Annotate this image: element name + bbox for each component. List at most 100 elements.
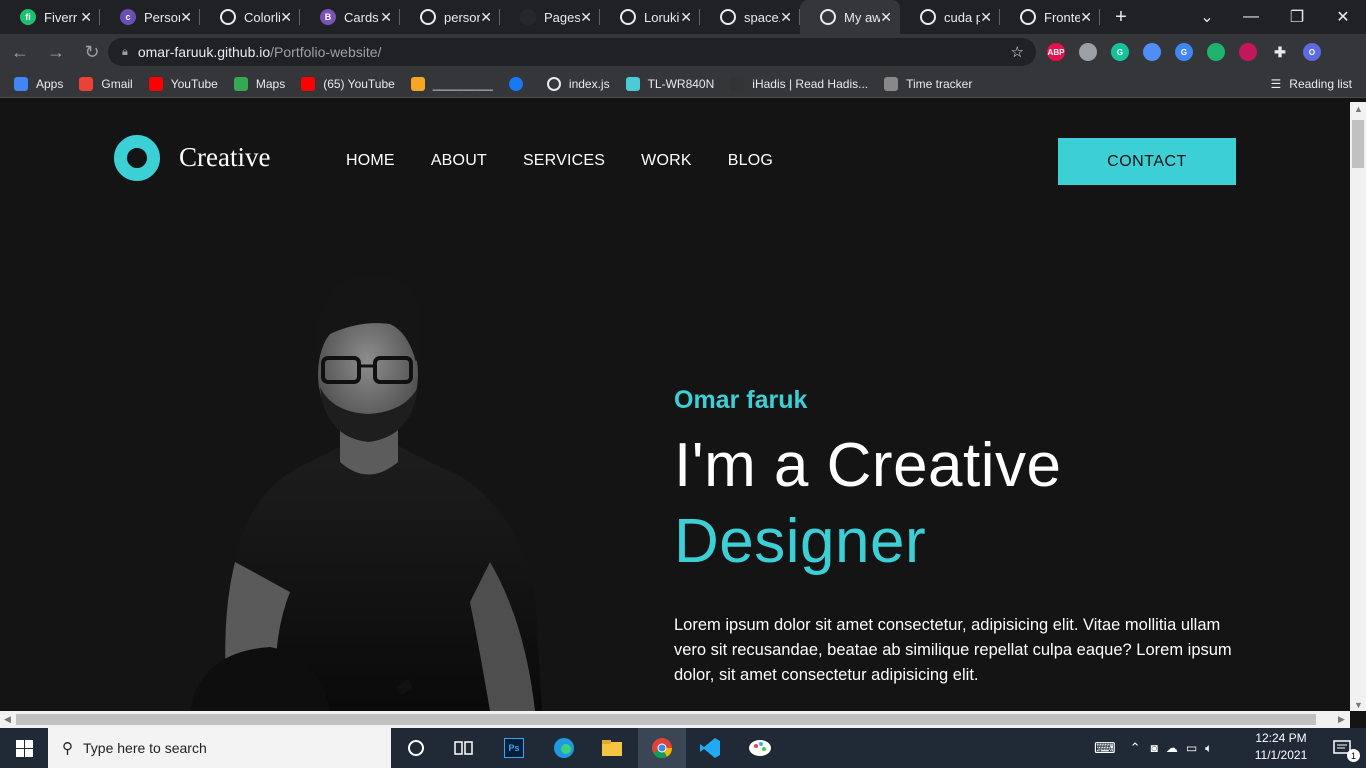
vscode-icon[interactable] bbox=[686, 728, 734, 768]
close-tab-icon[interactable]: ✕ bbox=[280, 9, 292, 26]
browser-tab[interactable]: Colorli ✕ bbox=[200, 0, 300, 34]
bookmark-item[interactable]: Gmail bbox=[79, 76, 133, 91]
restore-button[interactable]: ❐ bbox=[1274, 0, 1320, 34]
reload-icon[interactable]: ↻ bbox=[76, 36, 108, 68]
extension-blue-icon[interactable] bbox=[1143, 43, 1161, 61]
tab-title: Colorli bbox=[244, 9, 280, 25]
globe-icon bbox=[620, 9, 636, 25]
nav-link-work[interactable]: WORK bbox=[641, 152, 692, 170]
address-bar[interactable]: 🔒︎ omar-faruuk.github.io/Portfolio-websi… bbox=[108, 38, 1036, 66]
browser-tab[interactable]: spaceX✕ bbox=[700, 0, 800, 34]
close-tab-icon[interactable]: ✕ bbox=[680, 9, 692, 26]
colorlib-icon: c bbox=[120, 9, 136, 25]
tplink-icon bbox=[625, 76, 640, 91]
nav-link-services[interactable]: SERVICES bbox=[523, 152, 605, 170]
browser-tab[interactable]: cuda p ✕ bbox=[900, 0, 1000, 34]
new-tab-button[interactable]: + bbox=[1104, 6, 1138, 29]
onedrive-cloud-icon[interactable]: ☁ bbox=[1166, 741, 1178, 755]
globe-icon bbox=[720, 9, 736, 25]
edge-icon[interactable] bbox=[540, 728, 588, 768]
taskbar-clock[interactable]: 12:24 PM 11/1/2021 bbox=[1240, 730, 1322, 764]
logo-ring-icon[interactable] bbox=[114, 135, 160, 181]
browser-tab[interactable]: person ✕ bbox=[400, 0, 500, 34]
bookmark-label: (65) YouTube bbox=[323, 76, 395, 91]
meet-now-icon[interactable]: ◙ bbox=[1151, 741, 1158, 755]
nav-link-home[interactable]: HOME bbox=[346, 152, 395, 170]
file-explorer-icon[interactable] bbox=[588, 728, 636, 768]
notification-center-icon[interactable]: 1 bbox=[1318, 728, 1366, 768]
system-tray: ⌨ ⌃ ◙ ☁ ▭ 🔈︎ bbox=[1094, 728, 1212, 768]
bookmark-item[interactable]: Apps bbox=[14, 76, 63, 91]
contact-button[interactable]: CONTACT bbox=[1058, 138, 1236, 185]
bookmark-item[interactable]: TL-WR840N bbox=[625, 76, 714, 91]
bookmark-item[interactable]: _________ bbox=[410, 76, 493, 91]
bookmark-item[interactable]: (65) YouTube bbox=[301, 76, 395, 91]
browser-tab[interactable]: c Person✕ bbox=[100, 0, 200, 34]
paint-app-icon[interactable] bbox=[736, 728, 784, 768]
scroll-right-arrow-icon[interactable]: ▶ bbox=[1338, 714, 1345, 725]
main-nav: HOME ABOUT SERVICES WORK BLOG bbox=[346, 152, 809, 170]
browser-tab[interactable]: Fronte ✕ bbox=[1000, 0, 1100, 34]
horizontal-scroll-thumb[interactable] bbox=[16, 714, 1316, 725]
facebook-icon bbox=[508, 76, 523, 91]
tab-search-icon[interactable]: ⌄ bbox=[1184, 0, 1230, 34]
globe-icon bbox=[220, 9, 236, 25]
keyboard-icon[interactable]: ⌨ bbox=[1094, 739, 1116, 757]
close-tab-icon[interactable]: ✕ bbox=[1080, 9, 1092, 26]
back-arrow-icon[interactable]: ← bbox=[4, 36, 36, 68]
chevron-up-icon[interactable]: ⌃ bbox=[1130, 740, 1141, 756]
time-tracker-icon bbox=[884, 76, 899, 91]
browser-tab[interactable]: Loruki ✕ bbox=[600, 0, 700, 34]
globe-icon bbox=[420, 9, 436, 25]
reading-list-button[interactable]: ☰ Reading list bbox=[1271, 77, 1352, 91]
bookmark-item[interactable]: Time tracker bbox=[884, 76, 972, 91]
close-tab-icon[interactable]: ✕ bbox=[80, 9, 92, 26]
close-tab-icon[interactable]: ✕ bbox=[880, 9, 892, 26]
photoshop-icon[interactable]: Ps bbox=[490, 728, 538, 768]
logo-text[interactable]: Creative bbox=[179, 142, 270, 173]
browser-tab[interactable]: B Cards ✕ bbox=[300, 0, 400, 34]
close-tab-icon[interactable]: ✕ bbox=[580, 9, 592, 26]
close-tab-icon[interactable]: ✕ bbox=[480, 9, 492, 26]
vertical-scroll-thumb[interactable] bbox=[1352, 120, 1364, 168]
browser-tab[interactable]: Pages ✕ bbox=[500, 0, 600, 34]
hero-title-line1: I'm a Creative bbox=[674, 431, 1062, 500]
vertical-scrollbar[interactable] bbox=[1350, 102, 1366, 711]
bookmark-item[interactable]: iHadis | Read Hadis... bbox=[730, 76, 868, 91]
close-tab-icon[interactable]: ✕ bbox=[380, 9, 392, 26]
close-window-button[interactable]: ✕ bbox=[1320, 0, 1366, 34]
puzzle-icon[interactable]: ✚ bbox=[1271, 43, 1289, 61]
cortana-icon[interactable] bbox=[392, 728, 440, 768]
scroll-up-arrow-icon[interactable]: ▲ bbox=[1354, 104, 1363, 114]
chrome-icon[interactable] bbox=[638, 728, 686, 768]
bookmark-item[interactable] bbox=[508, 76, 531, 91]
profile-avatar[interactable]: O bbox=[1303, 43, 1321, 61]
scroll-left-arrow-icon[interactable]: ◀ bbox=[4, 714, 11, 725]
google-translate-icon[interactable]: G bbox=[1175, 43, 1193, 61]
adblock-icon[interactable]: ABP bbox=[1047, 43, 1065, 61]
bookmark-item[interactable]: index.js bbox=[546, 76, 610, 91]
sync-icon[interactable] bbox=[1207, 43, 1225, 61]
recorder-icon[interactable] bbox=[1239, 43, 1257, 61]
task-view-icon[interactable] bbox=[440, 728, 488, 768]
camera-icon[interactable] bbox=[1079, 43, 1097, 61]
browser-tab[interactable]: fi Fiverr /✕ bbox=[0, 0, 100, 34]
nav-link-about[interactable]: ABOUT bbox=[431, 152, 487, 170]
nav-link-blog[interactable]: BLOG bbox=[728, 152, 773, 170]
browser-tab[interactable]: My aw ✕ bbox=[800, 0, 900, 34]
network-icon[interactable]: ▭ bbox=[1186, 741, 1197, 755]
bookmark-item[interactable]: Maps bbox=[233, 76, 285, 91]
bookmark-star-icon[interactable]: ☆ bbox=[1011, 43, 1024, 61]
bookmark-item[interactable]: YouTube bbox=[148, 76, 218, 91]
close-tab-icon[interactable]: ✕ bbox=[980, 9, 992, 26]
windows-start-icon[interactable] bbox=[0, 728, 48, 768]
grammarly-icon[interactable]: G bbox=[1111, 43, 1129, 61]
scroll-down-arrow-icon[interactable]: ▼ bbox=[1354, 700, 1363, 710]
forward-arrow-icon[interactable]: → bbox=[40, 36, 72, 68]
tab-title: cuda p bbox=[944, 9, 980, 25]
minimize-button[interactable]: — bbox=[1228, 0, 1274, 34]
close-tab-icon[interactable]: ✕ bbox=[780, 9, 792, 26]
volume-icon[interactable]: 🔈︎ bbox=[1205, 741, 1212, 756]
close-tab-icon[interactable]: ✕ bbox=[180, 9, 192, 26]
taskbar-search-box[interactable]: ⚲ Type here to search bbox=[48, 728, 391, 768]
